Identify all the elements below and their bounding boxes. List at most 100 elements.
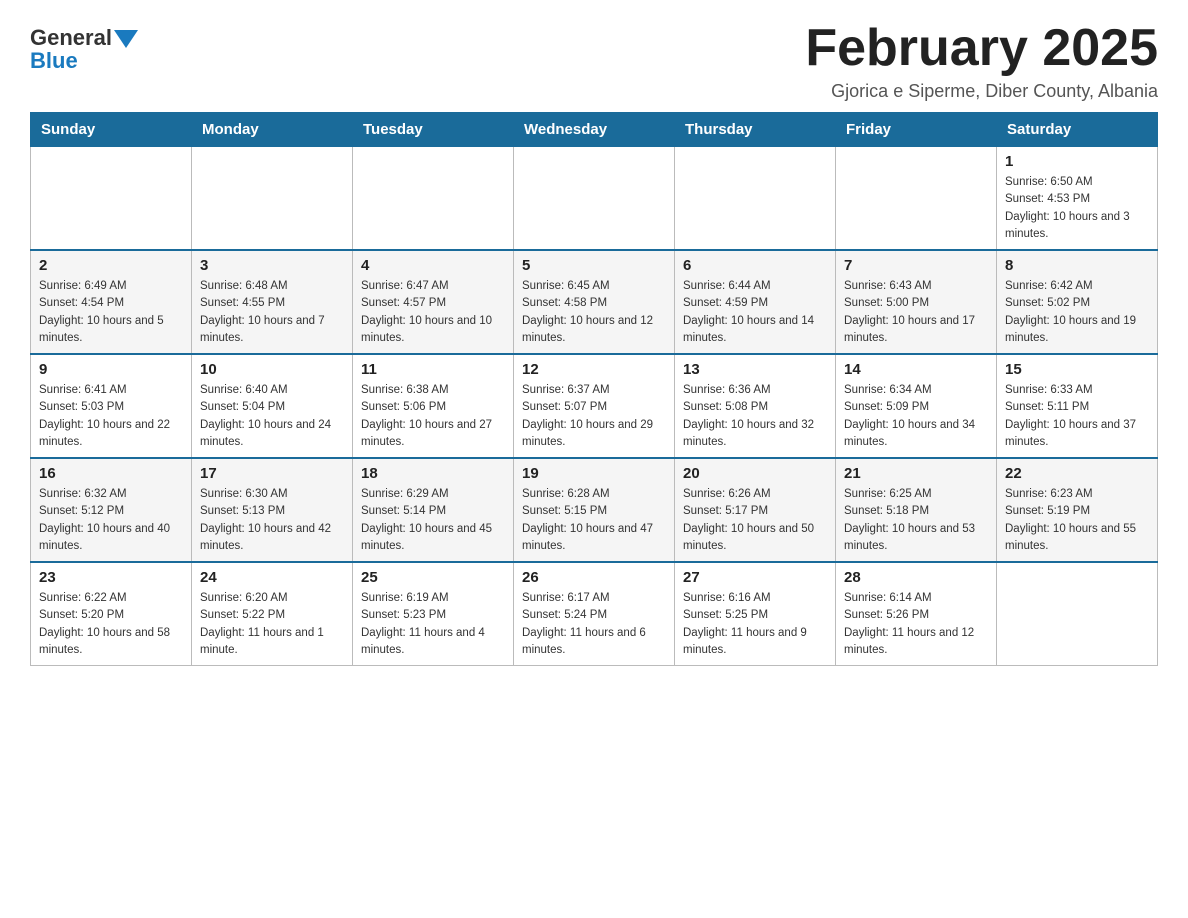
calendar-day: 18 Sunrise: 6:29 AM Sunset: 5:14 PM Dayli… [353,458,514,562]
calendar-day: 8 Sunrise: 6:42 AM Sunset: 5:02 PM Daylig… [997,250,1158,354]
day-number: 6 [683,257,827,274]
day-number: 7 [844,257,988,274]
day-number: 28 [844,569,988,586]
day-info: Sunrise: 6:19 AM Sunset: 5:23 PM Dayligh… [361,590,505,659]
calendar-week-row: 23 Sunrise: 6:22 AM Sunset: 5:20 PM Dayli… [31,562,1158,666]
calendar-day [675,147,836,251]
day-number: 12 [522,361,666,378]
day-info: Sunrise: 6:16 AM Sunset: 5:25 PM Dayligh… [683,590,827,659]
calendar-day: 5Sunrise: 6:45 AM Sunset: 4:58 PM Daylig… [514,250,675,354]
day-info: Sunrise: 6:43 AM Sunset: 5:00 PM Dayligh… [844,278,988,347]
day-number: 8 [1005,257,1149,274]
logo-arrow-icon [114,30,138,48]
day-info: Sunrise: 6:20 AM Sunset: 5:22 PM Dayligh… [200,590,344,659]
calendar-day: 28 Sunrise: 6:14 AM Sunset: 5:26 PM Dayli… [836,562,997,666]
day-number: 11 [361,361,505,378]
calendar-day: 22 Sunrise: 6:23 AM Sunset: 5:19 PM Dayli… [997,458,1158,562]
day-info: Sunrise: 6:34 AM Sunset: 5:09 PM Dayligh… [844,382,988,451]
calendar-day [997,562,1158,666]
day-number: 19 [522,465,666,482]
day-info: Sunrise: 6:36 AM Sunset: 5:08 PM Dayligh… [683,382,827,451]
calendar-day: 16 Sunrise: 6:32 AM Sunset: 5:12 PM Dayli… [31,458,192,562]
day-number: 3 [200,257,344,274]
calendar-day: 26 Sunrise: 6:17 AM Sunset: 5:24 PM Dayli… [514,562,675,666]
day-info: Sunrise: 6:50 AM Sunset: 4:53 PM Dayligh… [1005,174,1149,243]
day-header-tuesday: Tuesday [353,113,514,147]
day-number: 18 [361,465,505,482]
day-number: 26 [522,569,666,586]
day-number: 10 [200,361,344,378]
calendar-week-row: 1Sunrise: 6:50 AM Sunset: 4:53 PM Daylig… [31,147,1158,251]
day-number: 15 [1005,361,1149,378]
calendar-day: 14 Sunrise: 6:34 AM Sunset: 5:09 PM Dayli… [836,354,997,458]
calendar-week-row: 9 Sunrise: 6:41 AM Sunset: 5:03 PM Daylig… [31,354,1158,458]
calendar-day: 12 Sunrise: 6:37 AM Sunset: 5:07 PM Dayli… [514,354,675,458]
day-header-saturday: Saturday [997,113,1158,147]
day-header-sunday: Sunday [31,113,192,147]
day-info: Sunrise: 6:47 AM Sunset: 4:57 PM Dayligh… [361,278,505,347]
location-subtitle: Gjorica e Siperme, Diber County, Albania [805,81,1158,102]
calendar-day: 13 Sunrise: 6:36 AM Sunset: 5:08 PM Dayli… [675,354,836,458]
day-number: 2 [39,257,183,274]
day-info: Sunrise: 6:42 AM Sunset: 5:02 PM Dayligh… [1005,278,1149,347]
day-info: Sunrise: 6:17 AM Sunset: 5:24 PM Dayligh… [522,590,666,659]
calendar-table: SundayMondayTuesdayWednesdayThursdayFrid… [30,112,1158,666]
day-info: Sunrise: 6:22 AM Sunset: 5:20 PM Dayligh… [39,590,183,659]
calendar-day: 27 Sunrise: 6:16 AM Sunset: 5:25 PM Dayli… [675,562,836,666]
day-info: Sunrise: 6:44 AM Sunset: 4:59 PM Dayligh… [683,278,827,347]
calendar-day: 19 Sunrise: 6:28 AM Sunset: 5:15 PM Dayli… [514,458,675,562]
day-info: Sunrise: 6:23 AM Sunset: 5:19 PM Dayligh… [1005,486,1149,555]
calendar-day [514,147,675,251]
calendar-day: 23 Sunrise: 6:22 AM Sunset: 5:20 PM Dayli… [31,562,192,666]
title-section: February 2025 Gjorica e Siperme, Diber C… [805,20,1158,102]
month-title: February 2025 [805,20,1158,77]
day-number: 22 [1005,465,1149,482]
day-info: Sunrise: 6:29 AM Sunset: 5:14 PM Dayligh… [361,486,505,555]
calendar-day [192,147,353,251]
day-number: 25 [361,569,505,586]
calendar-day: 4 Sunrise: 6:47 AM Sunset: 4:57 PM Daylig… [353,250,514,354]
day-header-wednesday: Wednesday [514,113,675,147]
day-number: 27 [683,569,827,586]
day-header-friday: Friday [836,113,997,147]
calendar-week-row: 16 Sunrise: 6:32 AM Sunset: 5:12 PM Dayli… [31,458,1158,562]
day-info: Sunrise: 6:25 AM Sunset: 5:18 PM Dayligh… [844,486,988,555]
calendar-day: 7 Sunrise: 6:43 AM Sunset: 5:00 PM Daylig… [836,250,997,354]
calendar-day: 6 Sunrise: 6:44 AM Sunset: 4:59 PM Daylig… [675,250,836,354]
day-info: Sunrise: 6:32 AM Sunset: 5:12 PM Dayligh… [39,486,183,555]
calendar-day [31,147,192,251]
calendar-week-row: 2 Sunrise: 6:49 AM Sunset: 4:54 PM Daylig… [31,250,1158,354]
calendar-day [836,147,997,251]
day-number: 21 [844,465,988,482]
day-number: 9 [39,361,183,378]
calendar-header-row: SundayMondayTuesdayWednesdayThursdayFrid… [31,113,1158,147]
calendar-day: 20Sunrise: 6:26 AM Sunset: 5:17 PM Dayli… [675,458,836,562]
day-number: 13 [683,361,827,378]
day-info: Sunrise: 6:48 AM Sunset: 4:55 PM Dayligh… [200,278,344,347]
day-info: Sunrise: 6:45 AM Sunset: 4:58 PM Dayligh… [522,278,666,347]
calendar-day: 21 Sunrise: 6:25 AM Sunset: 5:18 PM Dayli… [836,458,997,562]
day-info: Sunrise: 6:37 AM Sunset: 5:07 PM Dayligh… [522,382,666,451]
calendar-day: 24 Sunrise: 6:20 AM Sunset: 5:22 PM Dayli… [192,562,353,666]
calendar-day: 15Sunrise: 6:33 AM Sunset: 5:11 PM Dayli… [997,354,1158,458]
day-number: 24 [200,569,344,586]
day-info: Sunrise: 6:26 AM Sunset: 5:17 PM Dayligh… [683,486,827,555]
day-info: Sunrise: 6:40 AM Sunset: 5:04 PM Dayligh… [200,382,344,451]
day-number: 16 [39,465,183,482]
day-number: 4 [361,257,505,274]
day-info: Sunrise: 6:28 AM Sunset: 5:15 PM Dayligh… [522,486,666,555]
calendar-day: 17Sunrise: 6:30 AM Sunset: 5:13 PM Dayli… [192,458,353,562]
calendar-day: 3 Sunrise: 6:48 AM Sunset: 4:55 PM Daylig… [192,250,353,354]
day-info: Sunrise: 6:49 AM Sunset: 4:54 PM Dayligh… [39,278,183,347]
calendar-day: 10 Sunrise: 6:40 AM Sunset: 5:04 PM Dayli… [192,354,353,458]
day-info: Sunrise: 6:38 AM Sunset: 5:06 PM Dayligh… [361,382,505,451]
calendar-day: 2 Sunrise: 6:49 AM Sunset: 4:54 PM Daylig… [31,250,192,354]
logo: General Blue [30,25,138,74]
day-number: 23 [39,569,183,586]
day-info: Sunrise: 6:30 AM Sunset: 5:13 PM Dayligh… [200,486,344,555]
day-info: Sunrise: 6:41 AM Sunset: 5:03 PM Dayligh… [39,382,183,451]
calendar-day: 1Sunrise: 6:50 AM Sunset: 4:53 PM Daylig… [997,147,1158,251]
day-number: 14 [844,361,988,378]
calendar-day: 11 Sunrise: 6:38 AM Sunset: 5:06 PM Dayli… [353,354,514,458]
day-info: Sunrise: 6:14 AM Sunset: 5:26 PM Dayligh… [844,590,988,659]
